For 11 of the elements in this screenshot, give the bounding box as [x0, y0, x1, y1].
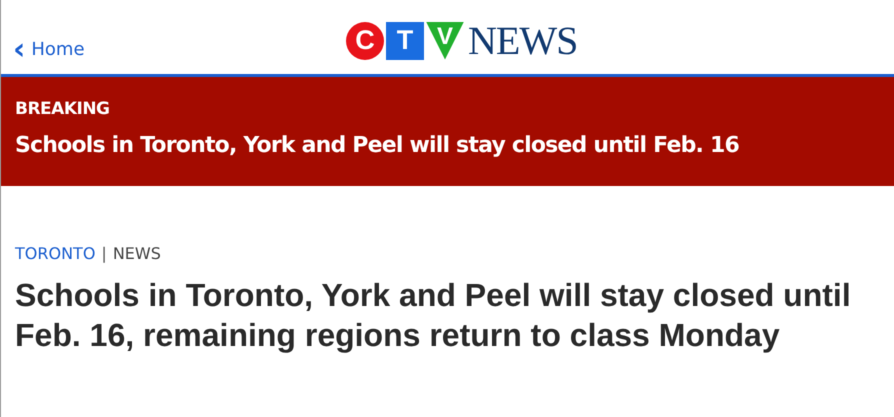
home-link[interactable]: ‹ Home — [13, 39, 85, 60]
breaking-label: BREAKING — [15, 99, 110, 119]
logo-letter: V — [426, 22, 464, 60]
category-label: NEWS — [112, 244, 161, 263]
article-headline: Schools in Toronto, York and Peel will stay closed until Feb. 16, remaining regions return to class Monday — [15, 276, 852, 355]
section-link[interactable]: TORONTO — [15, 244, 96, 263]
separator: | — [101, 244, 107, 263]
logo-word: NEWS — [468, 17, 578, 64]
breaking-headline[interactable]: Schools in Toronto, York and Peel will stay closed until Feb. 16 — [15, 133, 880, 158]
logo-letter: T — [386, 22, 424, 60]
logo-letter: C — [346, 22, 384, 60]
